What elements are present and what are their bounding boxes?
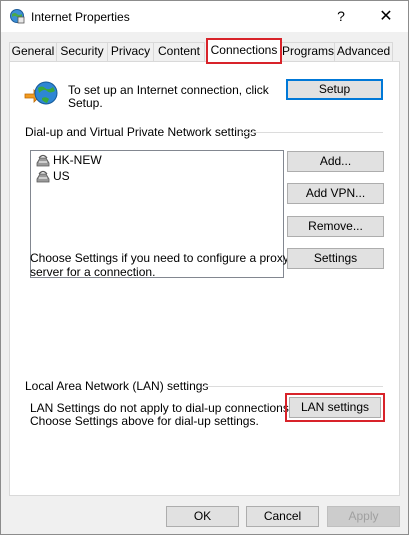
apply-button[interactable]: Apply — [327, 506, 400, 527]
tab-programs[interactable]: Programs — [281, 42, 335, 61]
lan-heading: Local Area Network (LAN) settings — [25, 379, 209, 393]
add-vpn-button[interactable]: Add VPN... — [287, 183, 384, 204]
tab-privacy[interactable]: Privacy — [107, 42, 154, 61]
proxy-description-line1: Choose Settings if you need to configure… — [30, 251, 289, 265]
settings-button[interactable]: Settings — [287, 248, 384, 269]
dialup-group-divider — [242, 132, 383, 133]
tab-content[interactable]: Content — [153, 42, 205, 61]
connection-name: HK-NEW — [53, 153, 102, 167]
ok-button[interactable]: OK — [166, 506, 239, 527]
lan-settings-button[interactable]: LAN settings — [289, 397, 381, 418]
add-button[interactable]: Add... — [287, 151, 384, 172]
tab-advanced[interactable]: Advanced — [334, 42, 393, 61]
dialup-connection-icon — [35, 169, 51, 183]
tab-general[interactable]: General — [9, 42, 57, 61]
dialup-connection-icon — [35, 153, 51, 167]
connection-name: US — [53, 169, 70, 183]
title-bar[interactable]: Internet Properties ? ✕ — [1, 1, 408, 32]
tab-connections[interactable]: Connections — [207, 39, 281, 62]
connections-panel: To set up an Internet connection, click … — [9, 61, 400, 496]
window-title: Internet Properties — [31, 10, 130, 24]
lan-description-line1: LAN Settings do not apply to dial-up con… — [30, 401, 293, 415]
globe-connect-icon — [24, 78, 58, 110]
setup-description-line1: To set up an Internet connection, click — [68, 83, 269, 97]
internet-properties-dialog: Internet Properties ? ✕ General Security… — [0, 0, 409, 535]
cancel-button[interactable]: Cancel — [246, 506, 319, 527]
setup-description-line2: Setup. — [68, 96, 103, 110]
internet-options-icon — [9, 8, 25, 24]
lan-description-line2: Choose Settings above for dial-up settin… — [30, 414, 259, 428]
dialup-vpn-heading: Dial-up and Virtual Private Network sett… — [25, 125, 257, 139]
tab-security[interactable]: Security — [56, 42, 108, 61]
remove-button[interactable]: Remove... — [287, 216, 384, 237]
lan-group-divider — [202, 386, 383, 387]
close-button[interactable]: ✕ — [364, 1, 408, 32]
setup-button[interactable]: Setup — [286, 79, 383, 100]
help-button[interactable]: ? — [319, 1, 363, 32]
proxy-description-line2: server for a connection. — [30, 265, 156, 279]
